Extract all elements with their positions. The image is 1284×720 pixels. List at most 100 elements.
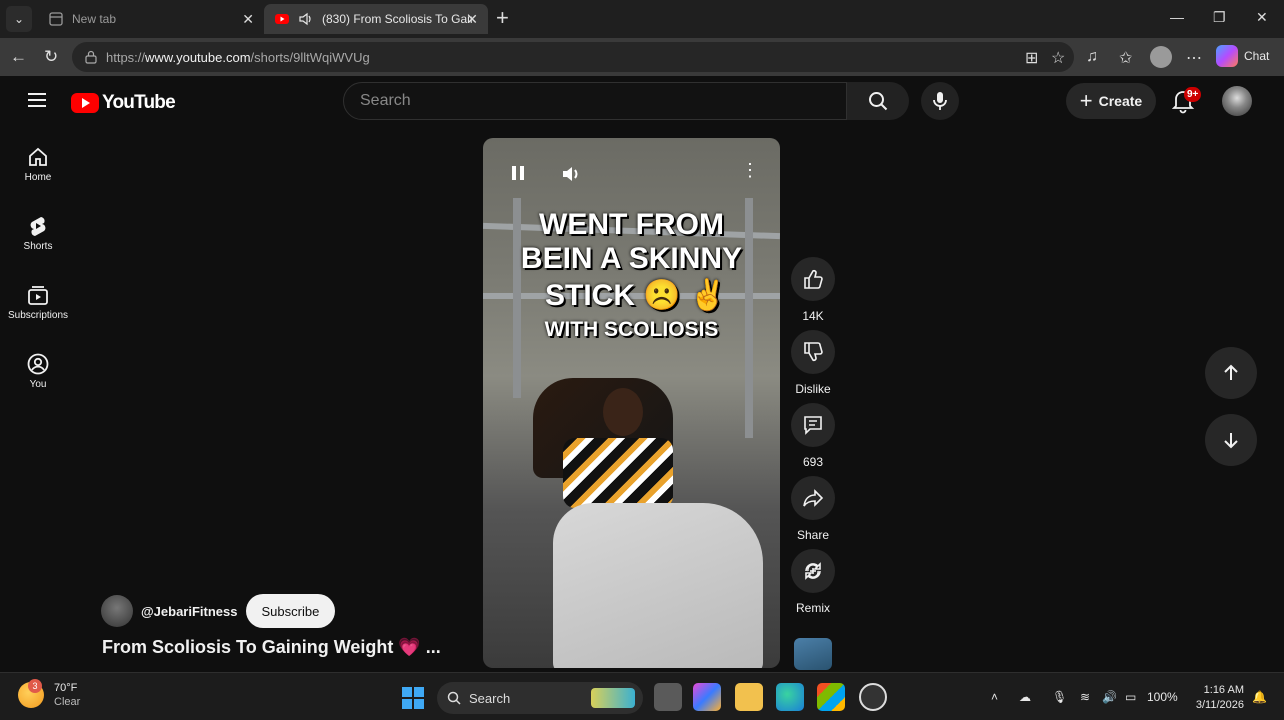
restore-icon[interactable]: ❐ — [1213, 9, 1226, 26]
favorite-star-icon[interactable]: ☆ — [1051, 48, 1065, 68]
weather-condition: Clear — [54, 696, 81, 708]
address-toolbar: ← ↻ https://www.youtube.com/shorts/9lltW… — [0, 38, 1284, 76]
comments-button[interactable]: 693 — [790, 403, 836, 469]
site-info-icon[interactable] — [84, 50, 98, 64]
task-view-icon[interactable] — [654, 683, 682, 711]
address-bar[interactable]: https://www.youtube.com/shorts/9lltWqiWV… — [72, 42, 1074, 72]
speaker-icon[interactable] — [298, 11, 314, 27]
close-tab-icon[interactable]: ✕ — [242, 11, 254, 28]
minimize-icon[interactable]: — — [1170, 9, 1184, 25]
sidebar-item-home[interactable]: Home — [4, 146, 72, 183]
system-clock[interactable]: 1:16 AM 3/11/2026 — [1188, 683, 1244, 713]
windows-start-icon[interactable] — [402, 687, 424, 709]
app-available-icon[interactable]: ⊞ — [1025, 48, 1038, 68]
arrow-up-icon — [1224, 364, 1238, 380]
onedrive-icon[interactable]: ☁ — [1019, 690, 1031, 704]
more-options-icon[interactable]: ⋮ — [741, 160, 759, 181]
channel-avatar[interactable] — [101, 595, 133, 627]
microsoft-store-icon[interactable] — [817, 683, 845, 711]
caption-line: BEIN A SKINNY — [520, 242, 743, 275]
home-icon — [29, 147, 47, 166]
sidebar-item-subscriptions[interactable]: Subscriptions — [4, 284, 72, 321]
copilot-chat-button[interactable]: Chat — [1216, 45, 1269, 67]
thumbs-down-icon — [804, 342, 823, 362]
sidebar-item-you[interactable]: You — [4, 353, 72, 390]
channel-name[interactable]: @JebariFitness — [141, 604, 238, 619]
search-icon — [869, 92, 888, 111]
shorts-video-player[interactable]: ⋮ WENT FROM BEIN A SKINNY STICK ☹️ ✌️ WI… — [483, 138, 780, 668]
close-tab-icon[interactable]: ✕ — [466, 11, 478, 28]
battery-icon[interactable]: ▭ — [1125, 690, 1136, 704]
volume-icon[interactable] — [561, 165, 583, 188]
copilot-icon — [1216, 45, 1238, 67]
voice-search-button[interactable] — [921, 82, 959, 120]
search-input[interactable]: Search — [343, 82, 847, 120]
plus-icon: + — [1079, 88, 1093, 113]
edge-browser-icon[interactable] — [776, 683, 804, 711]
microphone-icon[interactable]: 🎙 — [1052, 690, 1067, 704]
tab-title: (830) From Scoliosis To Gaining — [322, 12, 472, 26]
media-control-icon[interactable]: ♫ — [1086, 48, 1098, 66]
sidebar-item-label: You — [29, 379, 47, 390]
dislike-label: Dislike — [795, 382, 831, 396]
clock-time: 1:16 AM — [1203, 684, 1244, 696]
arrow-down-icon — [1224, 433, 1238, 449]
tab-actions-button[interactable]: ⌄ — [6, 6, 32, 32]
youtube-favicon-icon — [274, 11, 290, 27]
video-title[interactable]: From Scoliosis To Gaining Weight 💗 ... — [102, 637, 441, 658]
weather-badge: 3 — [28, 679, 42, 693]
you-icon — [27, 353, 49, 375]
url-prefix: https:// — [106, 49, 146, 65]
account-avatar[interactable] — [1222, 86, 1252, 116]
refresh-icon[interactable]: ↻ — [44, 47, 58, 67]
subscribe-button[interactable]: Subscribe — [245, 594, 336, 628]
page-icon — [48, 11, 64, 27]
sidebar-item-shorts[interactable]: Shorts — [4, 215, 72, 252]
weather-widget[interactable]: 3 70°F Clear — [18, 679, 81, 709]
channel-row: @JebariFitness Subscribe — [101, 594, 336, 628]
caption-line: WITH SCOLIOSIS — [544, 318, 719, 341]
menu-icon[interactable] — [28, 93, 46, 111]
tab-new-tab[interactable]: New tab ✕ — [38, 4, 264, 34]
microsoft-365-icon[interactable] — [693, 683, 721, 711]
logo-text: YouTube — [102, 92, 176, 113]
next-video-button[interactable] — [1205, 414, 1257, 466]
app-icon-notification[interactable] — [859, 683, 887, 711]
share-button[interactable]: Share — [790, 476, 836, 542]
close-window-icon[interactable]: ✕ — [1256, 9, 1268, 26]
notifications-icon[interactable]: 🔔 — [1252, 690, 1267, 704]
taskbar-search-label: Search — [469, 690, 511, 706]
url-host: www.youtube.com — [145, 49, 251, 65]
battery-percent: 100% — [1147, 690, 1178, 704]
wifi-icon[interactable]: ≋ — [1080, 690, 1090, 704]
favorites-icon[interactable]: ✩ — [1119, 48, 1132, 68]
weather-temp: 70°F — [54, 682, 78, 694]
back-icon[interactable]: ← — [10, 47, 27, 67]
notification-badge: 9+ — [1184, 87, 1202, 102]
previous-video-button[interactable] — [1205, 347, 1257, 399]
youtube-logo[interactable]: YouTube — [71, 92, 176, 114]
show-hidden-icons-icon[interactable]: ˄ — [991, 690, 998, 704]
clock-date: 3/11/2026 — [1195, 699, 1244, 711]
sidebar-item-label: Subscriptions — [7, 310, 69, 321]
share-label: Share — [796, 528, 830, 542]
like-count: 14K — [802, 309, 824, 323]
youtube-page: YouTube Search + Create 9+ Home Shorts S… — [4, 76, 1280, 672]
sidebar-item-label: Shorts — [23, 241, 53, 252]
remix-button[interactable]: Remix — [790, 549, 836, 615]
sound-thumbnail[interactable] — [794, 638, 832, 670]
volume-icon[interactable]: 🔊 — [1102, 690, 1117, 704]
subscriptions-icon — [28, 286, 48, 305]
person-pants — [553, 503, 763, 668]
like-button[interactable]: 14K — [790, 257, 836, 323]
file-explorer-icon[interactable] — [735, 683, 763, 711]
search-button[interactable] — [847, 82, 909, 120]
tab-youtube[interactable]: (830) From Scoliosis To Gaining ✕ — [264, 4, 488, 34]
more-menu-icon[interactable]: ⋯ — [1186, 48, 1202, 68]
dislike-button[interactable]: Dislike — [790, 330, 836, 396]
create-button[interactable]: + Create — [1066, 83, 1156, 119]
new-tab-icon[interactable]: + — [496, 7, 509, 29]
pause-icon[interactable] — [511, 165, 525, 186]
taskbar-search[interactable]: Search — [437, 682, 643, 714]
profile-icon[interactable] — [1150, 46, 1172, 68]
